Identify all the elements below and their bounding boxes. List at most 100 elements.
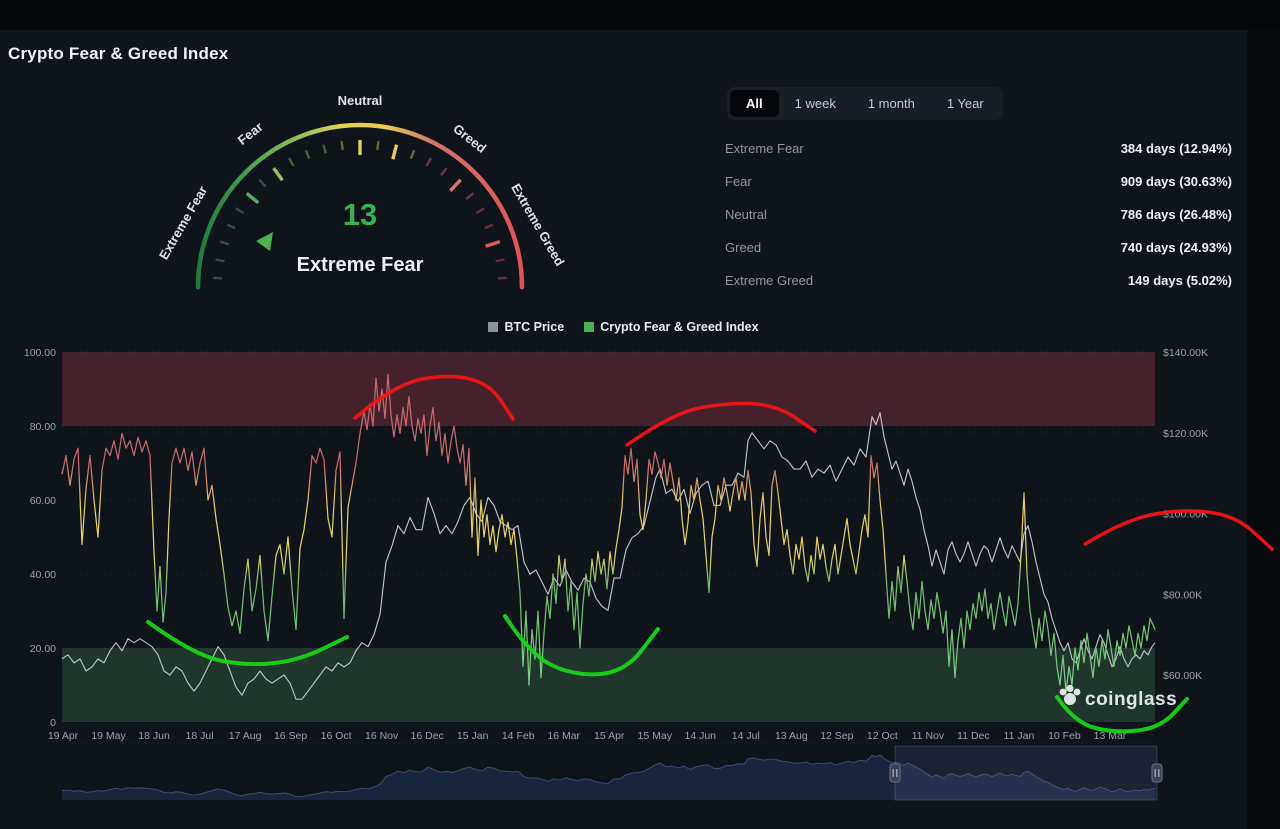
left-axis-tick-label: 60.00 [30,495,56,507]
gauge-tick [496,259,505,261]
x-axis-tick-label: 16 Mar [547,730,580,742]
gauge-tick [216,259,225,261]
gauge-tick [411,150,414,158]
x-axis-tick-label: 19 Apr [48,730,79,742]
legend-item-fear-greed[interactable]: Crypto Fear & Greed Index [584,320,758,334]
x-axis-tick-label: 12 Sep [820,730,853,742]
stat-label: Greed [725,240,761,255]
gauge-label-greed: Greed [450,121,489,156]
watermark-text: coinglass [1085,689,1177,710]
x-axis-tick-label: 13 Aug [775,730,808,742]
left-axis-tick-label: 40.00 [30,569,56,581]
gauge-value: 13 [343,197,377,232]
tab-1-year[interactable]: 1 Year [931,90,1000,117]
x-axis-tick-label: 19 May [91,730,126,742]
gauge-tick [466,193,473,199]
page-title: Crypto Fear & Greed Index [8,44,228,64]
legend-label: BTC Price [504,320,564,334]
navigator-handle-right[interactable] [1152,764,1162,782]
gauge-classification: Extreme Fear [297,254,424,276]
gauge-tick [259,180,265,187]
gauge-tick [236,208,244,213]
legend-swatch-green-icon [584,322,594,332]
sentiment-stats-list: Extreme Fear 384 days (12.94%) Fear 909 … [725,132,1232,297]
handle-grip [890,764,900,782]
gauge-tick [450,180,460,191]
gauge-tick [393,145,397,160]
gauge-tick [274,168,283,180]
gauge-tick [289,158,293,166]
x-axis-tick-label: 14 Jun [685,730,717,742]
gauge-tick [342,141,343,150]
stat-row-fear: Fear 909 days (30.63%) [725,165,1232,198]
stat-value: 786 days (26.48%) [1121,207,1232,222]
legend-label: Crypto Fear & Greed Index [600,320,758,334]
fear-greed-history-chart[interactable]: 0 20.00 40.00 60.00 80.00 100.00 $60.00K $80.00… [0,340,1280,815]
gauge-tick [485,224,493,228]
x-axis-tick-label: 12 Oct [867,730,898,742]
chart-bands [62,352,1155,722]
legend-swatch-gray-icon [488,322,498,332]
gauge-needle [256,232,273,251]
right-axis-tick-label: $80.00K [1163,589,1202,601]
sentiment-zone-band [62,352,1155,426]
x-axis-tick-label: 15 Jan [457,730,489,742]
navigator[interactable] [62,743,1162,800]
stat-label: Extreme Greed [725,273,813,288]
left-axis-tick-label: 80.00 [30,421,56,433]
x-axis-tick-label: 15 Apr [594,730,625,742]
gauge-tick [213,278,222,279]
x-axis-tick-label: 14 Feb [502,730,535,742]
gauge-tick [477,208,485,213]
tab-1-month[interactable]: 1 month [852,90,931,117]
gauge-tick [426,158,430,166]
gauge-tick [306,150,309,158]
stat-row-greed: Greed 740 days (24.93%) [725,231,1232,264]
navigator-handle-left[interactable] [890,764,900,782]
x-axis-tick-label: 16 Oct [321,730,352,742]
x-axis-tick-label: 18 Jun [138,730,170,742]
x-axis-tick-label: 16 Dec [411,730,444,742]
stat-row-neutral: Neutral 786 days (26.48%) [725,198,1232,231]
right-axis-tick-label: $140.00K [1163,347,1208,359]
stat-label: Extreme Fear [725,141,804,156]
time-range-tabs: All 1 week 1 month 1 Year [727,87,1003,120]
gauge-tick [220,242,229,245]
stat-label: Neutral [725,207,767,222]
chart-legend: BTC Price Crypto Fear & Greed Index [0,320,1247,334]
tab-1-week[interactable]: 1 week [779,90,852,117]
x-axis-tick-label: 14 Jul [732,730,760,742]
stat-value: 909 days (30.63%) [1121,174,1232,189]
gauge-tick [486,242,500,247]
stat-label: Fear [725,174,752,189]
gauge-tick [247,193,259,203]
gauge-label-neutral: Neutral [338,93,383,108]
x-axis-tick-label: 16 Sep [274,730,307,742]
fear-greed-gauge: Neutral Fear Greed Extreme Fear Extreme … [140,85,580,300]
right-axis-tick-label: $60.00K [1163,670,1202,682]
left-axis-tick-label: 20.00 [30,643,56,655]
x-axis-tick-label: 18 Jul [186,730,214,742]
stat-row-extreme-greed: Extreme Greed 149 days (5.02%) [725,264,1232,297]
legend-item-btc-price[interactable]: BTC Price [488,320,564,334]
fear-greed-page: Crypto Fear & Greed Index Neutral Fear G… [0,0,1280,829]
handle-grip [1152,764,1162,782]
stat-row-extreme-fear: Extreme Fear 384 days (12.94%) [725,132,1232,165]
x-axis-tick-label: 11 Nov [912,730,945,742]
left-axis-tick-label: 100.00 [24,347,56,359]
tab-all[interactable]: All [730,90,779,117]
stat-value: 384 days (12.94%) [1121,141,1232,156]
gauge-tick [227,224,235,228]
left-axis-tick-label: 0 [50,717,56,729]
stat-value: 740 days (24.93%) [1121,240,1232,255]
top-bar [0,0,1280,30]
x-axis-tick-label: 16 Nov [365,730,399,742]
gauge-tick [323,145,325,154]
gauge-tick [377,141,378,150]
gauge-tick [498,278,507,279]
x-axis-tick-label: 17 Aug [229,730,262,742]
stat-value: 149 days (5.02%) [1128,273,1232,288]
navigator-selection[interactable] [895,746,1157,800]
x-axis-tick-label: 11 Jan [1004,730,1035,742]
x-axis-tick-label: 11 Dec [957,730,990,742]
